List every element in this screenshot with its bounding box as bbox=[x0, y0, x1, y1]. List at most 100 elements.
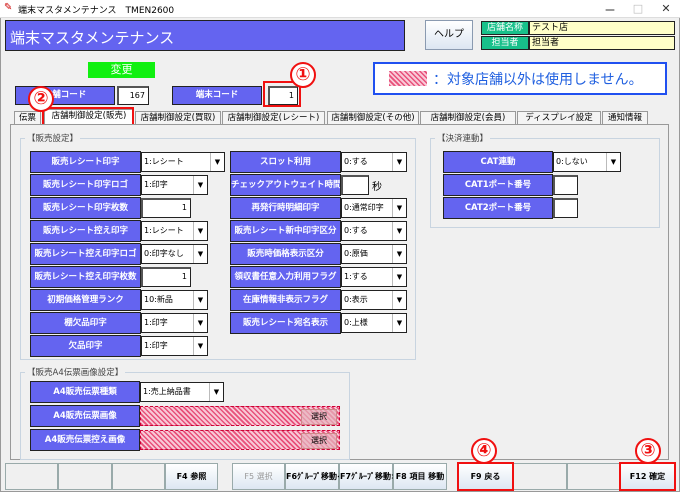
sales-right-0-select[interactable]: 0:する ▼ bbox=[341, 152, 407, 172]
a4-0-select[interactable]: 1:売上納品書 ▼ bbox=[140, 382, 224, 402]
page-title: 端末マスタメンテナンス bbox=[5, 20, 405, 51]
fkey-5[interactable]: F6ｸﾞﾙｰﾌﾟ移動<< bbox=[285, 463, 350, 490]
tab-0[interactable]: 伝票 bbox=[14, 111, 41, 125]
sales-left-8-label: 欠品印字 bbox=[30, 335, 141, 357]
a4-0-label: A4販売伝票種類 bbox=[30, 381, 140, 403]
chevron-down-icon[interactable]: ▼ bbox=[193, 314, 207, 332]
terminal-code-label: 端末コード bbox=[172, 86, 262, 105]
chevron-down-icon[interactable]: ▼ bbox=[392, 153, 406, 171]
fkey-4[interactable]: F5 選択 bbox=[232, 463, 285, 490]
fkey-6[interactable]: F7ｸﾞﾙｰﾌﾟ移動>> bbox=[339, 463, 404, 490]
tab-4[interactable]: 店舗制御設定(その他) bbox=[327, 111, 419, 125]
a4-title: 【販売A4伝票画像設定】 bbox=[25, 366, 126, 378]
sales-right-6-select[interactable]: 0:表示 ▼ bbox=[341, 290, 407, 310]
chevron-down-icon[interactable]: ▼ bbox=[209, 383, 223, 401]
payment-2-field[interactable] bbox=[553, 198, 578, 218]
fkey-blank-1[interactable] bbox=[58, 463, 112, 490]
chevron-down-icon[interactable]: ▼ bbox=[210, 153, 224, 171]
fkey-blank-10[interactable] bbox=[567, 463, 620, 490]
sales-right-4-select[interactable]: 0:原価 ▼ bbox=[341, 244, 407, 264]
tab-2[interactable]: 店舗制御設定(買取) bbox=[135, 111, 221, 125]
sales-right-7-select[interactable]: 0:上様 ▼ bbox=[341, 313, 407, 333]
callout-2: ② bbox=[28, 86, 54, 112]
sales-right-1-unit: 秒 bbox=[372, 182, 382, 193]
sales-left-1-label: 販売レシート印字ロゴ bbox=[30, 174, 141, 196]
maximize-button[interactable]: □ bbox=[628, 2, 648, 15]
tab-6[interactable]: ディスプレイ設定 bbox=[517, 111, 601, 125]
payment-1-label: CAT1ポート番号 bbox=[443, 174, 553, 196]
minimize-button[interactable]: ー bbox=[600, 2, 620, 18]
sales-left-7-select[interactable]: 1:印字 ▼ bbox=[141, 313, 208, 333]
chevron-down-icon[interactable]: ▼ bbox=[392, 222, 406, 240]
chevron-down-icon[interactable]: ▼ bbox=[193, 337, 207, 355]
sales-left-8-select[interactable]: 1:印字 ▼ bbox=[141, 336, 208, 356]
chevron-down-icon[interactable]: ▼ bbox=[193, 245, 207, 263]
chevron-down-icon[interactable]: ▼ bbox=[193, 222, 207, 240]
close-button[interactable]: ✕ bbox=[656, 2, 676, 15]
chevron-down-icon[interactable]: ▼ bbox=[606, 153, 620, 171]
callout-4: ④ bbox=[471, 438, 497, 464]
sales-right-3-select[interactable]: 0:する ▼ bbox=[341, 221, 407, 241]
a4-2-field[interactable]: 選択 bbox=[140, 430, 340, 450]
sales-left-5-label: 販売レシート控え印字枚数 bbox=[30, 266, 141, 288]
sales-left-7-label: 棚欠品印字 bbox=[30, 312, 141, 334]
sales-right-0-label: スロット利用 bbox=[230, 151, 341, 173]
help-button[interactable]: ヘルプ bbox=[425, 20, 473, 50]
sales-left-2-label: 販売レシート印字枚数 bbox=[30, 197, 141, 219]
chevron-down-icon[interactable]: ▼ bbox=[392, 245, 406, 263]
sales-left-4-label: 販売レシート控え印字ロゴ bbox=[30, 243, 141, 265]
notice-text: ：対象店舗以外は使用しません。 bbox=[433, 72, 643, 88]
chevron-down-icon[interactable]: ▼ bbox=[392, 268, 406, 286]
a4-1-label: A4販売伝票画像 bbox=[30, 405, 140, 427]
fkey-blank-0[interactable] bbox=[5, 463, 58, 490]
chevron-down-icon[interactable]: ▼ bbox=[392, 199, 406, 217]
a4-1-select-button[interactable]: 選択 bbox=[301, 409, 337, 425]
sales-settings-title: 【販売設定】 bbox=[25, 132, 81, 144]
payment-2-label: CAT2ポート番号 bbox=[443, 197, 553, 219]
a4-2-label: A4販売伝票控え画像 bbox=[30, 429, 140, 451]
fkey-3[interactable]: F4 参照 bbox=[165, 463, 218, 490]
chevron-down-icon[interactable]: ▼ bbox=[392, 291, 406, 309]
hatch-swatch bbox=[389, 71, 427, 86]
tab-7[interactable]: 通知情報 bbox=[602, 111, 648, 125]
sales-left-6-select[interactable]: 10:新品 ▼ bbox=[141, 290, 208, 310]
tab-3[interactable]: 店舗制御設定(レシート) bbox=[222, 111, 325, 125]
sales-left-5-field[interactable]: 1 bbox=[141, 267, 191, 287]
sales-right-1-label: チェックアウトウェイト時間 bbox=[230, 174, 341, 196]
staff-label: 担当者 bbox=[481, 36, 529, 50]
sales-right-2-label: 再発行時明細印字 bbox=[230, 197, 341, 219]
sales-left-3-label: 販売レシート控え印字 bbox=[30, 220, 141, 242]
payment-0-label: CAT連動 bbox=[443, 151, 553, 173]
sales-right-1-field[interactable] bbox=[341, 175, 369, 195]
sales-left-1-select[interactable]: 1:印字 ▼ bbox=[141, 175, 208, 195]
payment-1-field[interactable] bbox=[553, 175, 578, 195]
callout-box-3 bbox=[619, 462, 676, 491]
fkey-blank-9[interactable] bbox=[513, 463, 567, 490]
title-bar: ✎ 端末マスタメンテナンス TMEN2600 ー □ ✕ bbox=[0, 0, 680, 18]
chevron-down-icon[interactable]: ▼ bbox=[193, 291, 207, 309]
chevron-down-icon[interactable]: ▼ bbox=[392, 314, 406, 332]
a4-2-select-button[interactable]: 選択 bbox=[301, 433, 337, 449]
sales-left-6-label: 初期価格管理ランク bbox=[30, 289, 141, 311]
sales-left-0-select[interactable]: 1:レシート ▼ bbox=[141, 152, 225, 172]
sales-right-3-label: 販売レシート新中印字区分 bbox=[230, 220, 341, 242]
payment-title: 【決済連動】 bbox=[435, 132, 491, 144]
sales-right-5-select[interactable]: 1:する ▼ bbox=[341, 267, 407, 287]
sales-right-2-select[interactable]: 0:通常印字 ▼ bbox=[341, 198, 407, 218]
payment-0-select[interactable]: 0:しない ▼ bbox=[553, 152, 621, 172]
sales-right-6-label: 在庫情報非表示フラグ bbox=[230, 289, 341, 311]
chevron-down-icon[interactable]: ▼ bbox=[193, 176, 207, 194]
sales-left-4-select[interactable]: 0:印字なし ▼ bbox=[141, 244, 208, 264]
sales-right-4-label: 販売時価格表示区分 bbox=[230, 243, 341, 265]
tab-5[interactable]: 店舗制御設定(会員) bbox=[420, 111, 516, 125]
sales-left-0-label: 販売レシート印字 bbox=[30, 151, 141, 173]
fkey-7[interactable]: F8 項目 移動 bbox=[393, 463, 447, 490]
sales-left-2-field[interactable]: 1 bbox=[141, 198, 191, 218]
sales-right-5-label: 領収書任意入力利用フラグ bbox=[230, 266, 341, 288]
fkey-blank-2[interactable] bbox=[112, 463, 165, 490]
mode-badge: 変更 bbox=[88, 62, 155, 78]
callout-1: ① bbox=[290, 62, 316, 88]
store-code-field[interactable]: 167 bbox=[117, 86, 149, 105]
a4-1-field[interactable]: 選択 bbox=[140, 406, 340, 426]
sales-left-3-select[interactable]: 1:レシート ▼ bbox=[141, 221, 208, 241]
